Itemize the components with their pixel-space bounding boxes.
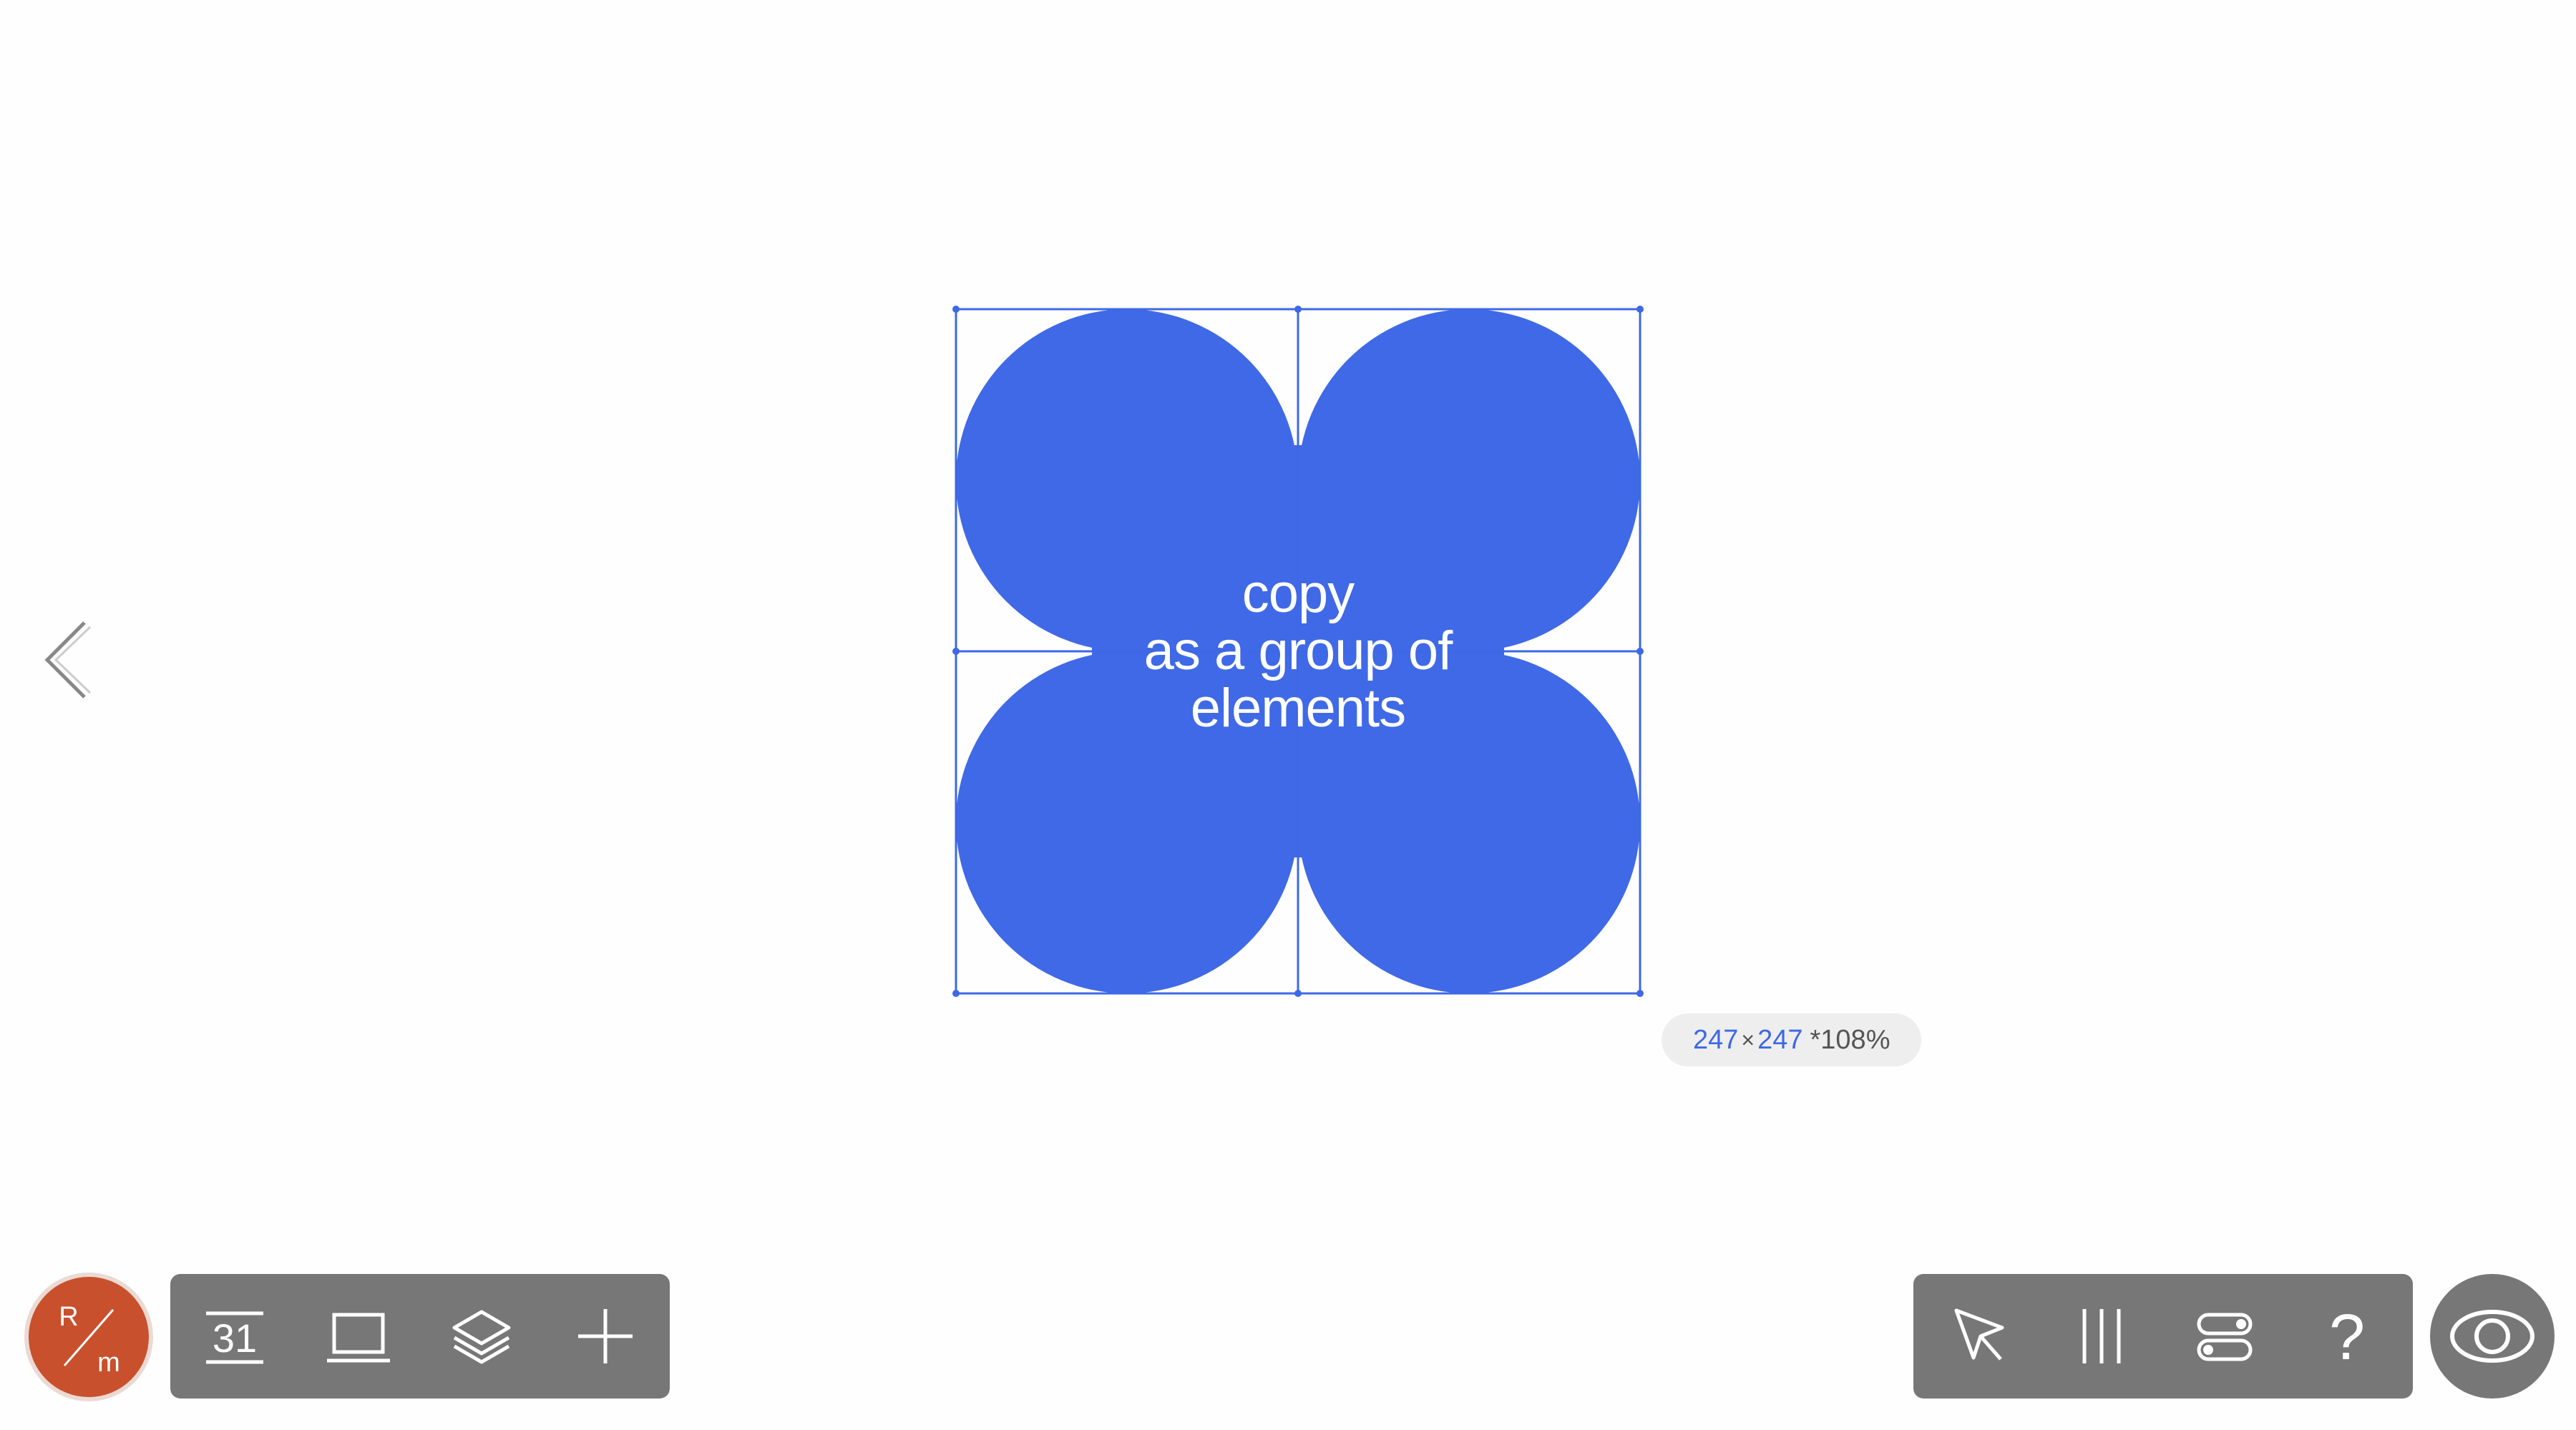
chevron-left-icon xyxy=(44,621,92,699)
toggles-icon xyxy=(2197,1313,2253,1361)
handle-top-left xyxy=(952,306,960,313)
left-toolbar: 31 xyxy=(170,1274,670,1399)
calendar-button[interactable]: 31 xyxy=(190,1292,279,1381)
columns-icon xyxy=(2082,1309,2121,1363)
handle-middle-right xyxy=(1636,648,1644,655)
help-button[interactable]: ? xyxy=(2303,1292,2391,1381)
size-readout: 247 × 247 *108% xyxy=(1662,1013,1922,1066)
avatar-monogram: R m xyxy=(59,1302,120,1378)
cursor-icon xyxy=(1954,1308,2004,1361)
right-toolbar: ? xyxy=(1913,1274,2413,1399)
settings-toggles-button[interactable] xyxy=(2180,1292,2269,1381)
help-icon: ? xyxy=(2329,1302,2365,1371)
canvas[interactable]: copy as a group of elements 247 × 247 *1… xyxy=(0,0,2576,1430)
handle-top-right xyxy=(1636,306,1644,313)
add-button[interactable] xyxy=(561,1292,650,1381)
handle-top-middle xyxy=(1294,306,1302,313)
shape-group-graphic xyxy=(952,306,1644,997)
size-height: 247 xyxy=(1757,1024,1803,1055)
handle-middle-left xyxy=(952,648,960,655)
preview-button[interactable] xyxy=(2430,1274,2555,1399)
avatar[interactable]: R m xyxy=(29,1277,149,1397)
laptop-icon xyxy=(326,1313,390,1363)
select-tool-button[interactable] xyxy=(1935,1292,2024,1381)
size-width: 247 xyxy=(1693,1024,1739,1055)
layers-icon xyxy=(452,1310,511,1364)
calendar-icon: 31 xyxy=(206,1311,263,1364)
back-button[interactable] xyxy=(40,616,97,704)
avatar-initial-top: R xyxy=(59,1302,78,1332)
columns-button[interactable] xyxy=(2057,1292,2146,1381)
help-symbol: ? xyxy=(2329,1302,2365,1371)
eye-icon xyxy=(2450,1310,2534,1363)
selected-shape-group[interactable]: copy as a group of elements xyxy=(952,306,1644,997)
layers-button[interactable] xyxy=(437,1292,526,1381)
device-preview-button[interactable] xyxy=(314,1292,403,1381)
calendar-day: 31 xyxy=(213,1315,257,1361)
handle-bottom-right xyxy=(1636,990,1644,997)
avatar-initial-bottom: m xyxy=(97,1348,120,1378)
plus-icon xyxy=(577,1309,633,1363)
handle-bottom-left xyxy=(952,990,960,997)
handle-bottom-middle xyxy=(1294,990,1302,997)
zoom-level: *108% xyxy=(1810,1024,1890,1055)
size-times: × xyxy=(1741,1026,1755,1053)
